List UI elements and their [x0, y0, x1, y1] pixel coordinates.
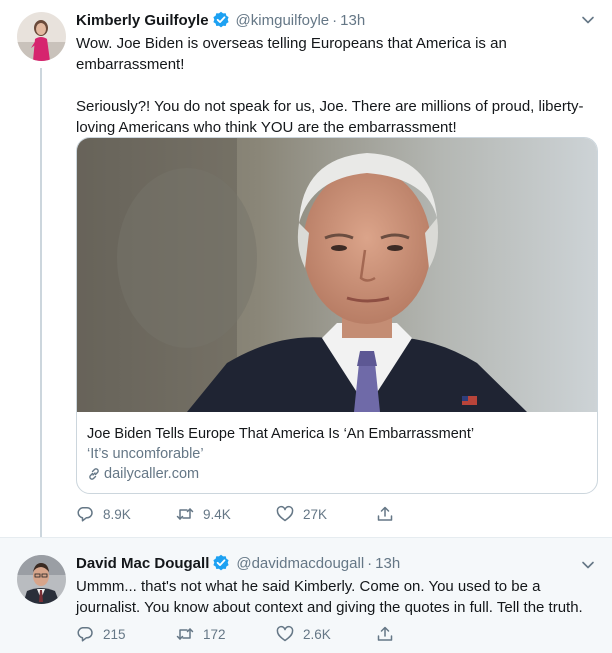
like-count: 27K: [303, 506, 328, 522]
verified-icon: [212, 554, 230, 572]
like-button[interactable]: 27K: [276, 505, 376, 523]
tweet-paragraph: Wow. Joe Biden is overseas telling Europ…: [76, 35, 507, 73]
card-title: Joe Biden Tells Europe That America Is ‘…: [87, 426, 475, 442]
share-button[interactable]: [376, 505, 406, 523]
like-button[interactable]: 2.6K: [276, 625, 376, 643]
card-domain-text: dailycaller.com: [104, 466, 200, 482]
reply-count: 215: [103, 626, 126, 642]
reply-icon: [77, 507, 93, 522]
author-name[interactable]: Kimberly Guilfoyle: [76, 12, 209, 29]
reply-count: 8.9K: [103, 506, 131, 522]
author-name[interactable]: David Mac Dougall: [76, 555, 209, 572]
share-icon: [377, 506, 393, 521]
reply-button[interactable]: 8.9K: [76, 505, 176, 523]
separator-dot: ·: [367, 554, 373, 572]
tweet-kimberly-guilfoyle[interactable]: Kimberly Guilfoyle @kimguilfoyle · 13h W…: [0, 0, 612, 537]
tweet-actions: 215 172 2.6K: [76, 625, 406, 643]
tweet-timestamp[interactable]: 13h: [340, 12, 365, 29]
retweet-button[interactable]: 9.4K: [176, 505, 276, 523]
photo-of-joe-biden: [77, 138, 597, 412]
avatar[interactable]: [17, 555, 66, 604]
author-handle[interactable]: @davidmacdougall: [236, 555, 364, 572]
like-icon: [276, 505, 294, 522]
like-icon: [276, 625, 294, 642]
share-button[interactable]: [376, 625, 406, 643]
tweet-header: Kimberly Guilfoyle @kimguilfoyle · 13h: [76, 11, 365, 29]
tweet-paragraph: Seriously?! You do not speak for us, Joe…: [76, 98, 584, 136]
avatar[interactable]: [17, 12, 66, 61]
like-count: 2.6K: [303, 626, 331, 642]
author-handle[interactable]: @kimguilfoyle: [236, 12, 330, 29]
tweet-timestamp[interactable]: 13h: [375, 555, 400, 572]
link-preview-card[interactable]: Joe Biden Tells Europe That America Is ‘…: [76, 137, 598, 494]
card-text: Joe Biden Tells Europe That America Is ‘…: [87, 424, 587, 484]
card-description: ‘It’s uncomforable’: [87, 446, 204, 462]
card-domain: dailycaller.com: [87, 464, 587, 484]
tweet-text: Wow. Joe Biden is overseas telling Europ…: [76, 33, 604, 138]
link-icon: [89, 468, 99, 480]
reply-icon: [77, 627, 93, 642]
tweet-paragraph: Ummm... that's not what he said Kimberly…: [76, 578, 583, 616]
tweet-actions: 8.9K 9.4K 27K: [76, 505, 406, 523]
retweet-icon: [176, 628, 194, 640]
retweet-button[interactable]: 172: [176, 625, 276, 643]
retweet-count: 9.4K: [203, 506, 231, 522]
chevron-down-icon[interactable]: [581, 13, 595, 27]
retweet-icon: [176, 508, 194, 520]
tweet-david-mac-dougall[interactable]: David Mac Dougall @davidmacdougall · 13h…: [0, 537, 612, 653]
tweet-header: David Mac Dougall @davidmacdougall · 13h: [76, 554, 400, 572]
chevron-down-icon[interactable]: [581, 558, 595, 572]
share-icon: [377, 626, 393, 641]
reply-button[interactable]: 215: [76, 625, 176, 643]
retweet-count: 172: [203, 626, 226, 642]
verified-icon: [212, 11, 230, 29]
separator-dot: ·: [332, 11, 338, 29]
tweet-text: Ummm... that's not what he said Kimberly…: [76, 576, 604, 618]
